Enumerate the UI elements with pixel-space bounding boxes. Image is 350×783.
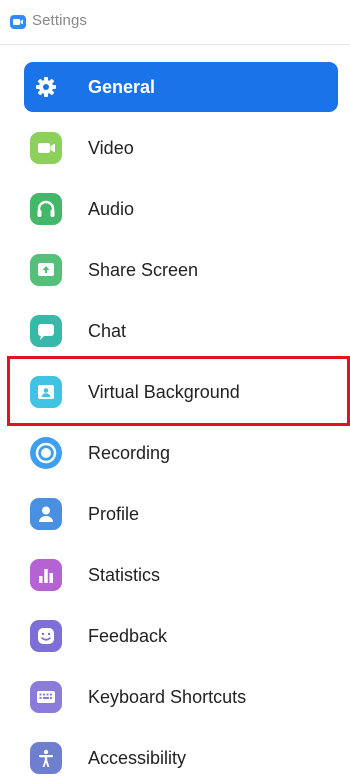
- video-camera-icon: [30, 132, 62, 164]
- share-screen-icon: [30, 254, 62, 286]
- virtual-background-icon: [30, 376, 62, 408]
- sidebar-item-label: Virtual Background: [88, 382, 240, 402]
- sidebar-item-label: Video: [88, 138, 134, 158]
- sidebar-item-share-screen[interactable]: Share Screen: [24, 245, 338, 295]
- sidebar-item-recording[interactable]: Recording: [24, 428, 338, 478]
- title-bar: Settings: [0, 0, 350, 45]
- sidebar-item-video[interactable]: Video: [24, 123, 338, 173]
- window-title: Settings: [32, 12, 87, 29]
- zoom-camera-icon: [10, 15, 26, 29]
- accessibility-icon: [30, 742, 62, 774]
- sidebar-item-general[interactable]: General: [24, 62, 338, 112]
- sidebar-item-label: Statistics: [88, 565, 161, 585]
- headphones-icon: [30, 193, 62, 225]
- person-icon: [30, 498, 62, 530]
- sidebar-item-feedback[interactable]: Feedback: [24, 611, 338, 661]
- sidebar-item-label: Keyboard Shortcuts: [88, 687, 247, 707]
- record-icon: [30, 437, 62, 469]
- sidebar-item-keyboard-shortcuts[interactable]: Keyboard Shortcuts: [24, 672, 338, 722]
- bar-chart-icon: [30, 559, 62, 591]
- sidebar-item-label: General: [88, 77, 156, 97]
- sidebar-item-label: Chat: [88, 321, 127, 341]
- chat-bubble-icon: [30, 315, 62, 347]
- gear-icon: [30, 71, 62, 103]
- sidebar-item-label: Accessibility: [88, 748, 187, 768]
- sidebar-item-label: Share Screen: [88, 260, 199, 280]
- sidebar-item-label: Profile: [88, 504, 140, 524]
- sidebar-item-profile[interactable]: Profile: [24, 489, 338, 539]
- sidebar-item-accessibility[interactable]: Accessibility: [24, 733, 338, 783]
- sidebar-item-label: Recording: [88, 443, 171, 463]
- sidebar-item-audio[interactable]: Audio: [24, 184, 338, 234]
- sidebar-item-virtual-background[interactable]: Virtual Background: [24, 367, 338, 417]
- keyboard-icon: [30, 681, 62, 713]
- sidebar-item-statistics[interactable]: Statistics: [24, 550, 338, 600]
- sidebar-item-label: Audio: [88, 199, 135, 219]
- sidebar-item-chat[interactable]: Chat: [24, 306, 338, 356]
- sidebar-item-label: Feedback: [88, 626, 168, 646]
- smiley-icon: [30, 620, 62, 652]
